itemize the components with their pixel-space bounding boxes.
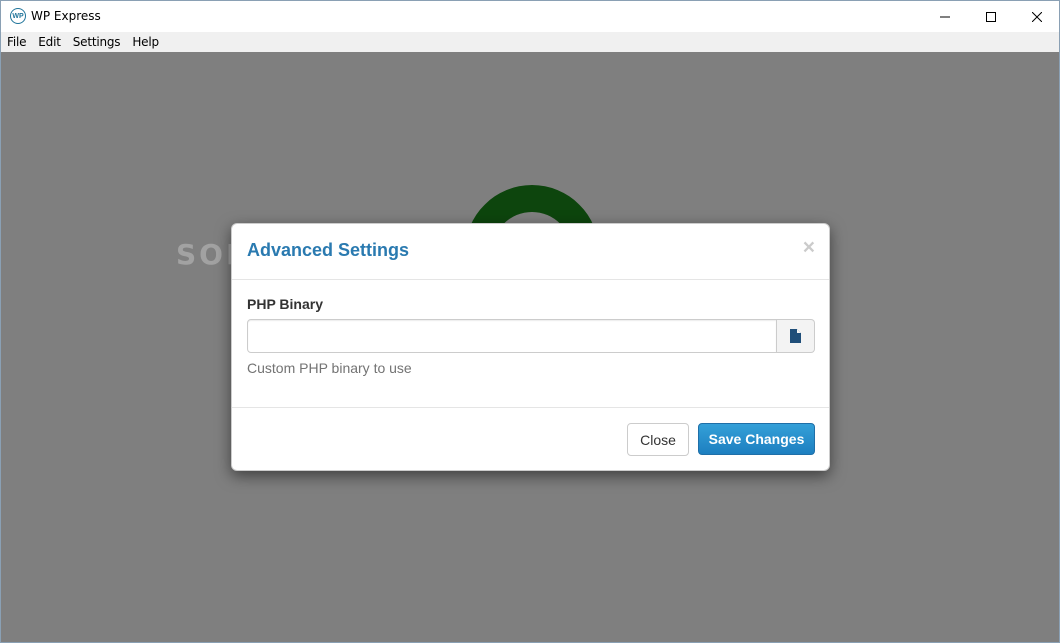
- app-window: WP WP Express File Edit Settings Help SO…: [0, 0, 1060, 643]
- file-icon: [790, 329, 802, 343]
- dialog-close-icon[interactable]: ×: [803, 237, 815, 258]
- main-content: SOFTPEDIA Advanced Settings × PHP Binary: [1, 52, 1059, 642]
- minimize-button[interactable]: [922, 1, 968, 32]
- menu-bar: File Edit Settings Help: [1, 32, 1059, 52]
- browse-file-button[interactable]: [777, 319, 815, 353]
- title-bar[interactable]: WP WP Express: [1, 1, 1059, 32]
- window-title: WP Express: [31, 9, 101, 23]
- php-binary-help-text: Custom PHP binary to use: [247, 360, 412, 376]
- close-button[interactable]: Close: [627, 423, 689, 456]
- maximize-icon: [986, 11, 996, 22]
- php-binary-label: PHP Binary: [247, 296, 323, 312]
- close-window-button[interactable]: [1014, 1, 1059, 32]
- menu-file[interactable]: File: [1, 32, 32, 52]
- advanced-settings-dialog: Advanced Settings × PHP Binary Custom PH…: [231, 223, 830, 471]
- minimize-icon: [940, 16, 950, 17]
- close-icon: [1032, 11, 1042, 22]
- menu-edit[interactable]: Edit: [32, 32, 66, 52]
- dialog-header: Advanced Settings ×: [232, 224, 829, 280]
- php-binary-input[interactable]: [247, 319, 778, 353]
- dialog-title: Advanced Settings: [247, 240, 410, 260]
- save-changes-button[interactable]: Save Changes: [698, 423, 815, 455]
- wp-logo-icon: WP: [10, 8, 26, 24]
- menu-help[interactable]: Help: [126, 32, 165, 52]
- menu-settings[interactable]: Settings: [67, 32, 127, 52]
- dialog-footer: Close Save Changes: [232, 407, 829, 472]
- maximize-button[interactable]: [968, 1, 1014, 32]
- php-binary-input-group: [247, 319, 815, 353]
